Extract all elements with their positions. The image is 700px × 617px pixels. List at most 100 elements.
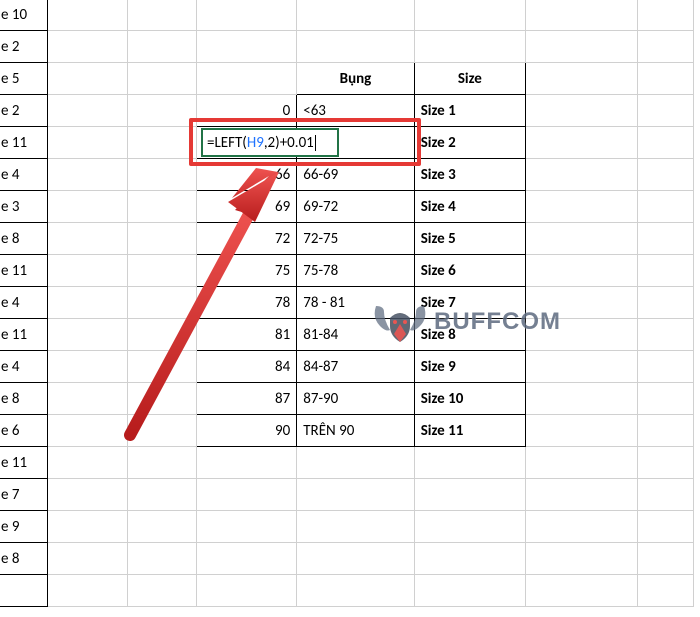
cell-col-a[interactable]: e 8 (0, 223, 47, 255)
empty-cell[interactable] (47, 575, 127, 607)
empty-cell[interactable] (637, 0, 693, 31)
cell-col-a[interactable]: e 11 (0, 319, 47, 351)
cell-col-a[interactable]: e 9 (0, 511, 47, 543)
cell-num[interactable]: 69 (197, 191, 297, 223)
cell-col-a[interactable]: e 8 (0, 543, 47, 575)
empty-cell[interactable] (128, 511, 197, 543)
cell-bung[interactable]: <63 (297, 95, 414, 127)
cell-num[interactable] (197, 543, 297, 575)
cell-bung[interactable]: 78 - 81 (297, 287, 414, 319)
empty-cell[interactable] (128, 575, 197, 607)
empty-cell[interactable] (47, 0, 127, 31)
empty-cell[interactable] (525, 447, 637, 479)
cell-bung[interactable]: 72-75 (297, 223, 414, 255)
cell-col-a[interactable]: e 4 (0, 351, 47, 383)
cell-size[interactable]: Size 3 (414, 159, 525, 191)
empty-cell[interactable] (637, 255, 693, 287)
empty-cell[interactable] (47, 287, 127, 319)
empty-cell[interactable] (297, 447, 414, 479)
cell-num[interactable]: 84 (197, 351, 297, 383)
cell-col-a[interactable]: e 5 (0, 63, 47, 95)
empty-cell[interactable] (414, 575, 525, 607)
empty-cell[interactable] (525, 255, 637, 287)
empty-cell[interactable] (637, 63, 693, 95)
empty-cell[interactable] (47, 223, 127, 255)
empty-cell[interactable] (525, 31, 637, 63)
empty-cell[interactable] (637, 543, 693, 575)
empty-cell[interactable] (47, 191, 127, 223)
header-size[interactable]: Size (414, 63, 525, 95)
empty-cell[interactable] (128, 287, 197, 319)
cell-col-a[interactable]: e 11 (0, 447, 47, 479)
empty-cell[interactable] (525, 95, 637, 127)
cell-col-a[interactable]: e 2 (0, 31, 47, 63)
empty-cell[interactable] (128, 479, 197, 511)
empty-cell[interactable] (637, 575, 693, 607)
empty-cell[interactable] (637, 415, 693, 447)
empty-cell[interactable] (128, 447, 197, 479)
empty-cell[interactable] (47, 63, 127, 95)
empty-cell[interactable] (637, 95, 693, 127)
empty-cell[interactable] (128, 159, 197, 191)
empty-cell[interactable] (128, 63, 197, 95)
empty-cell[interactable] (128, 127, 197, 159)
empty-cell[interactable] (47, 127, 127, 159)
cell-col-a[interactable]: e 8 (0, 383, 47, 415)
empty-cell[interactable] (128, 543, 197, 575)
empty-cell[interactable] (128, 223, 197, 255)
empty-cell[interactable] (525, 287, 637, 319)
cell-col-a[interactable]: e 11 (0, 127, 47, 159)
empty-cell[interactable] (297, 479, 414, 511)
cell-col-a[interactable]: e 3 (0, 191, 47, 223)
active-cell-formula[interactable]: =LEFT(H9,2)+0.01 (201, 128, 339, 157)
empty-cell[interactable] (637, 383, 693, 415)
empty-cell[interactable] (525, 543, 637, 575)
empty-cell[interactable] (414, 543, 525, 575)
empty-cell[interactable] (128, 351, 197, 383)
cell-col-a[interactable]: e 4 (0, 159, 47, 191)
empty-cell[interactable] (637, 159, 693, 191)
empty-cell[interactable] (128, 415, 197, 447)
cell-num[interactable] (197, 479, 297, 511)
cell-bung[interactable]: 69-72 (297, 191, 414, 223)
cell-num[interactable]: 78 (197, 287, 297, 319)
cell-bung[interactable]: 87-90 (297, 383, 414, 415)
empty-cell[interactable] (525, 0, 637, 31)
cell-col-a[interactable] (0, 575, 47, 607)
cell-size[interactable]: Size 10 (414, 383, 525, 415)
cell-size[interactable]: Size 9 (414, 351, 525, 383)
empty-cell[interactable] (637, 447, 693, 479)
empty-cell[interactable] (47, 383, 127, 415)
empty-cell[interactable] (525, 575, 637, 607)
empty-cell[interactable] (525, 511, 637, 543)
empty-cell[interactable] (525, 223, 637, 255)
cell-size[interactable]: Size 11 (414, 415, 525, 447)
empty-cell[interactable] (525, 415, 637, 447)
header-bung[interactable]: Bụng (297, 63, 414, 95)
cell-num[interactable] (197, 511, 297, 543)
empty-cell[interactable] (128, 31, 197, 63)
empty-cell[interactable] (128, 191, 197, 223)
empty-cell[interactable] (525, 127, 637, 159)
cell-size[interactable]: Size 8 (414, 319, 525, 351)
cell-col-a[interactable]: e 6 (0, 415, 47, 447)
empty-cell[interactable] (414, 31, 525, 63)
cell-size[interactable]: Size 1 (414, 95, 525, 127)
cell-col-a[interactable]: e 4 (0, 287, 47, 319)
empty-cell[interactable] (128, 383, 197, 415)
empty-cell[interactable] (414, 0, 525, 31)
cell-num[interactable]: 87 (197, 383, 297, 415)
empty-cell[interactable] (525, 63, 637, 95)
empty-cell[interactable] (525, 319, 637, 351)
cell-num[interactable] (197, 63, 297, 95)
empty-cell[interactable] (637, 287, 693, 319)
empty-cell[interactable] (47, 415, 127, 447)
empty-cell[interactable] (47, 543, 127, 575)
empty-cell[interactable] (414, 511, 525, 543)
empty-cell[interactable] (47, 479, 127, 511)
empty-cell[interactable] (47, 159, 127, 191)
empty-cell[interactable] (637, 319, 693, 351)
cell-col-a[interactable]: e 2 (0, 95, 47, 127)
empty-cell[interactable] (637, 127, 693, 159)
empty-cell[interactable] (47, 31, 127, 63)
